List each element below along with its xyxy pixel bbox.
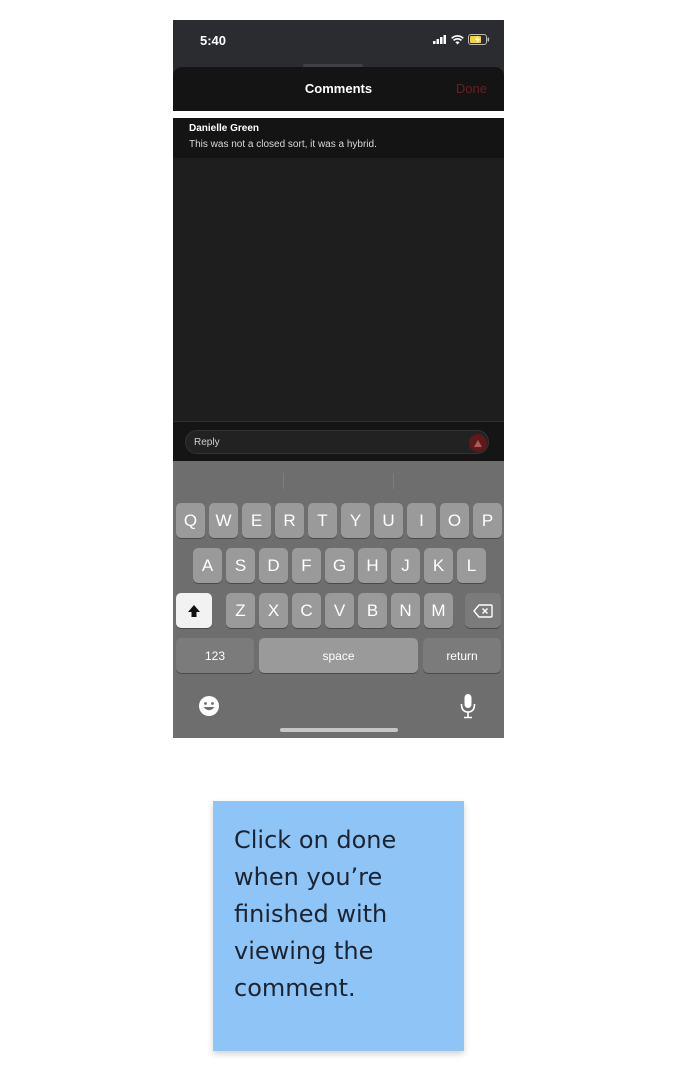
shift-icon bbox=[188, 604, 200, 617]
comment-text: This was not a closed sort, it was a hyb… bbox=[189, 139, 377, 150]
signal-icon bbox=[433, 35, 446, 44]
space-key[interactable]: space bbox=[259, 638, 418, 673]
status-bar: 5:40 bbox=[173, 20, 504, 68]
status-icons bbox=[433, 34, 490, 45]
shift-key[interactable] bbox=[176, 593, 212, 628]
phone-screen: 5:40 Comments Done Danielle Green This w… bbox=[173, 20, 504, 738]
key-w[interactable]: W bbox=[209, 503, 238, 538]
instruction-tooltip: Click on done when you’re finished with … bbox=[213, 801, 464, 1051]
home-indicator bbox=[280, 728, 398, 732]
comments-sheet-header: Comments Done bbox=[173, 67, 504, 111]
delete-key[interactable] bbox=[465, 593, 501, 628]
emoji-icon bbox=[199, 696, 219, 716]
comment-author: Danielle Green bbox=[189, 123, 260, 134]
key-c[interactable]: C bbox=[292, 593, 321, 628]
send-icon bbox=[474, 439, 482, 447]
keyboard: QWERTYUIOP ASDFGHJKL ZXCVBNM 123 space r… bbox=[173, 461, 504, 738]
key-k[interactable]: K bbox=[424, 548, 453, 583]
header-separator bbox=[173, 111, 504, 118]
key-t[interactable]: T bbox=[308, 503, 337, 538]
key-y[interactable]: Y bbox=[341, 503, 370, 538]
return-key[interactable]: return bbox=[423, 638, 501, 673]
key-a[interactable]: A bbox=[193, 548, 222, 583]
battery-icon bbox=[468, 34, 490, 45]
tooltip-text: Click on done when you’re finished with … bbox=[234, 826, 397, 1002]
reply-input[interactable] bbox=[185, 430, 489, 454]
key-f[interactable]: F bbox=[292, 548, 321, 583]
key-p[interactable]: P bbox=[473, 503, 502, 538]
suggestion-divider bbox=[283, 473, 284, 489]
key-r[interactable]: R bbox=[275, 503, 304, 538]
reply-bar bbox=[173, 421, 504, 462]
key-h[interactable]: H bbox=[358, 548, 387, 583]
key-v[interactable]: V bbox=[325, 593, 354, 628]
key-b[interactable]: B bbox=[358, 593, 387, 628]
send-button[interactable] bbox=[469, 434, 487, 452]
emoji-button[interactable] bbox=[198, 695, 220, 722]
comments-list[interactable]: Danielle Green This was not a closed sor… bbox=[173, 118, 504, 421]
dictation-button[interactable] bbox=[460, 693, 476, 724]
microphone-icon bbox=[460, 694, 476, 719]
key-o[interactable]: O bbox=[440, 503, 469, 538]
key-s[interactable]: S bbox=[226, 548, 255, 583]
key-l[interactable]: L bbox=[457, 548, 486, 583]
key-u[interactable]: U bbox=[374, 503, 403, 538]
delete-icon bbox=[473, 603, 493, 618]
done-button[interactable]: Done bbox=[456, 81, 487, 96]
key-x[interactable]: X bbox=[259, 593, 288, 628]
key-j[interactable]: J bbox=[391, 548, 420, 583]
key-n[interactable]: N bbox=[391, 593, 420, 628]
status-time: 5:40 bbox=[200, 33, 227, 48]
key-e[interactable]: E bbox=[242, 503, 271, 538]
key-d[interactable]: D bbox=[259, 548, 288, 583]
comment-item[interactable]: Danielle Green This was not a closed sor… bbox=[173, 118, 504, 158]
key-i[interactable]: I bbox=[407, 503, 436, 538]
key-g[interactable]: G bbox=[325, 548, 354, 583]
key-z[interactable]: Z bbox=[226, 593, 255, 628]
key-q[interactable]: Q bbox=[176, 503, 205, 538]
sheet-title: Comments bbox=[304, 81, 373, 96]
numbers-key[interactable]: 123 bbox=[176, 638, 254, 673]
key-m[interactable]: M bbox=[424, 593, 453, 628]
wifi-icon bbox=[451, 34, 464, 44]
suggestion-divider bbox=[393, 473, 394, 489]
